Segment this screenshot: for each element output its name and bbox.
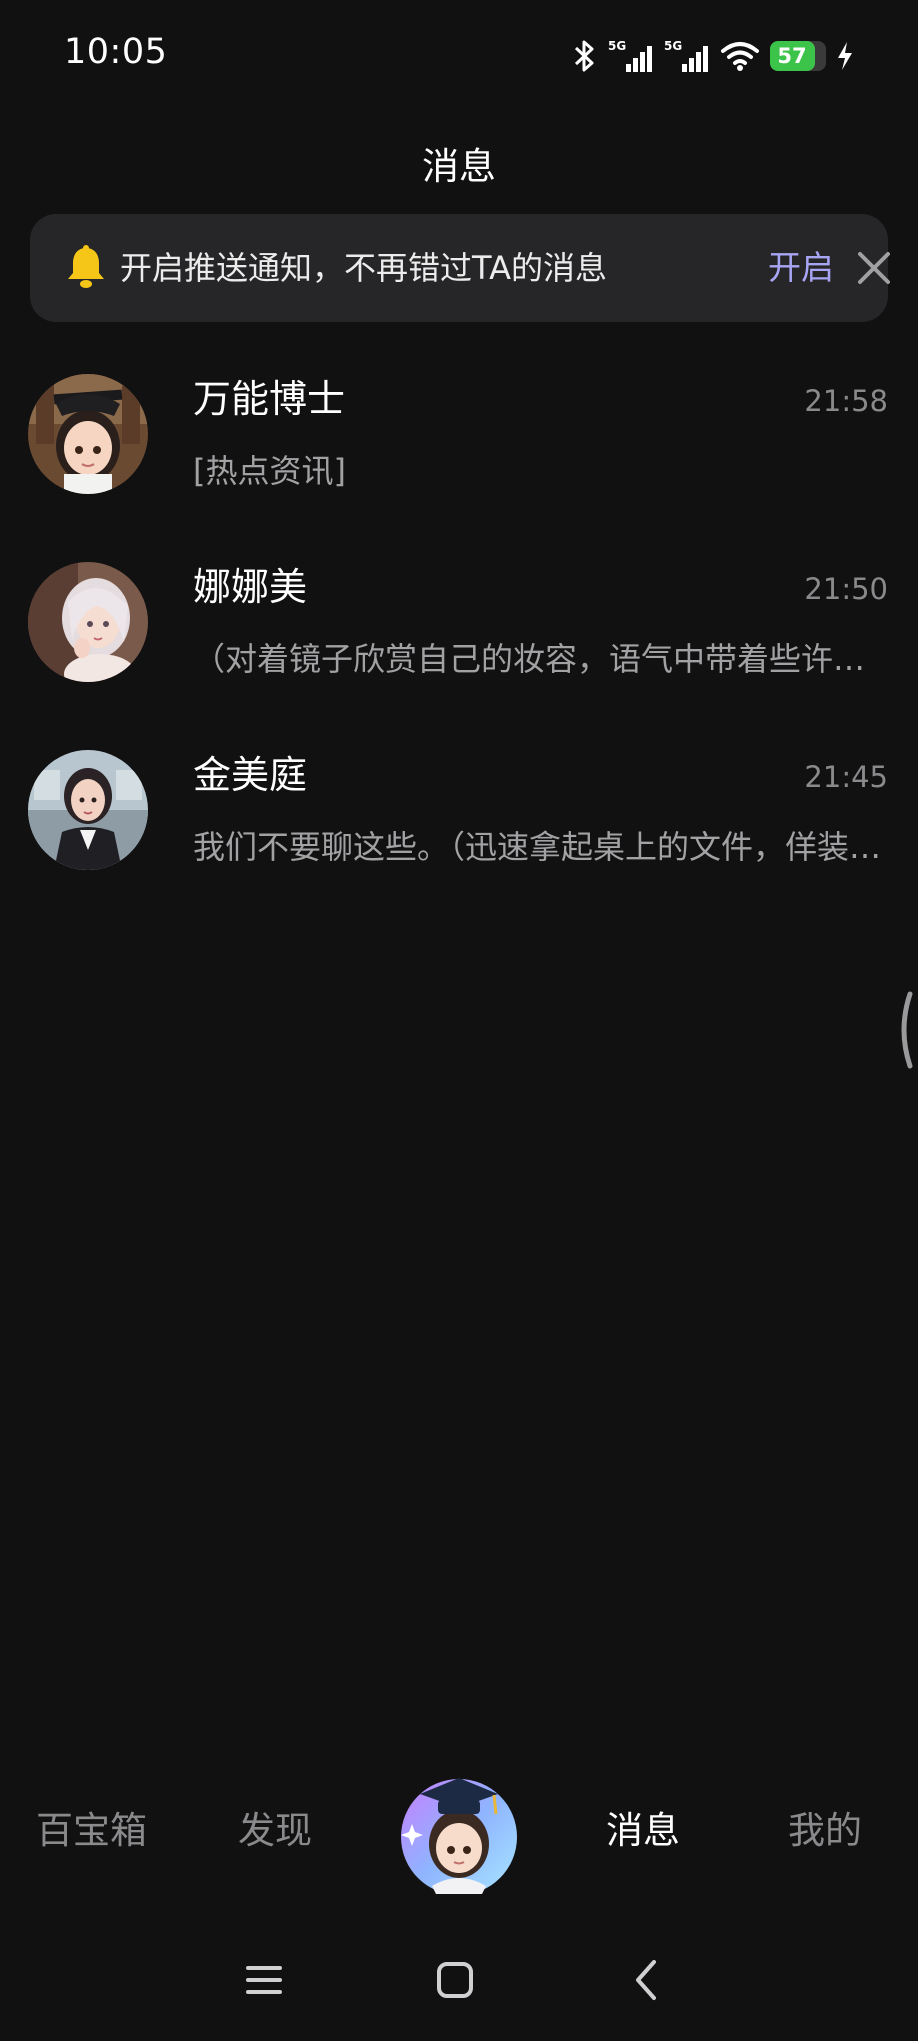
message-time: 21:50 <box>804 572 888 606</box>
message-preview: （对着镜子欣赏自己的妆容，语气中带着些许得意） <box>193 640 889 678</box>
system-navigation-bar <box>0 1940 918 2020</box>
messages-screen: 10:05 5G 5G 57 消息 开启推送通知，不再错过TA的消息 开启 万能… <box>0 0 918 2041</box>
network-label: 5G <box>608 39 626 53</box>
nav-item-messages[interactable]: 消息 <box>606 1770 680 1890</box>
message-preview: 我们不要聊这些。（迅速拿起桌上的文件，佯装忙碌） <box>193 828 889 866</box>
status-bar: 10:05 5G 5G 57 <box>0 0 918 110</box>
charging-icon <box>838 42 852 70</box>
center-assistant-button[interactable] <box>398 1764 520 1895</box>
menu-icon[interactable] <box>234 1950 294 2010</box>
contact-name: 万能博士 <box>193 377 346 421</box>
conversation-list: 万能博士 21:58 [热点资讯] 娜娜美 21:50 （对着镜子欣赏自己的妆容… <box>0 362 918 926</box>
nav-item-toolbox[interactable]: 百宝箱 <box>36 1770 147 1890</box>
bell-icon <box>68 245 104 288</box>
enable-notifications-button[interactable]: 开启 <box>768 214 834 322</box>
message-time: 21:45 <box>804 760 888 794</box>
battery-icon: 57 <box>770 41 826 71</box>
battery-percent: 57 <box>777 44 807 68</box>
contact-name: 娜娜美 <box>193 565 308 609</box>
network-label: 5G <box>664 39 682 53</box>
bottom-navigation: 百宝箱 发现 消息 我的 <box>0 1770 918 1895</box>
edge-swipe-handle[interactable] <box>894 990 918 1070</box>
conversation-row[interactable]: 娜娜美 21:50 （对着镜子欣赏自己的妆容，语气中带着些许得意） <box>0 550 918 738</box>
back-icon[interactable] <box>618 1950 678 2010</box>
nav-item-discover[interactable]: 发现 <box>238 1770 312 1890</box>
push-notification-banner: 开启推送通知，不再错过TA的消息 开启 <box>30 214 890 322</box>
contact-name: 金美庭 <box>193 753 308 797</box>
status-icons: 5G 5G 57 <box>572 36 854 76</box>
nav-item-profile[interactable]: 我的 <box>788 1770 862 1890</box>
page-title: 消息 <box>422 145 496 188</box>
close-icon[interactable] <box>854 248 894 288</box>
status-time: 10:05 <box>64 32 168 72</box>
office-lady-avatar[interactable] <box>28 750 148 870</box>
wifi-icon <box>721 42 759 71</box>
notice-text: 开启推送通知，不再错过TA的消息 <box>120 249 607 287</box>
conversation-row[interactable]: 金美庭 21:45 我们不要聊这些。（迅速拿起桌上的文件，佯装忙碌） <box>0 738 918 926</box>
home-icon[interactable] <box>425 1950 485 2010</box>
message-time: 21:58 <box>804 384 888 418</box>
graduate-girl-avatar[interactable] <box>28 374 148 494</box>
conversation-row[interactable]: 万能博士 21:58 [热点资讯] <box>0 362 918 550</box>
bluetooth-icon <box>574 40 594 72</box>
signal-5g-icon: 5G <box>608 39 652 72</box>
signal-5g-icon: 5G <box>664 39 708 72</box>
silver-hair-girl-avatar[interactable] <box>28 562 148 682</box>
message-preview: [热点资讯] <box>193 452 346 490</box>
